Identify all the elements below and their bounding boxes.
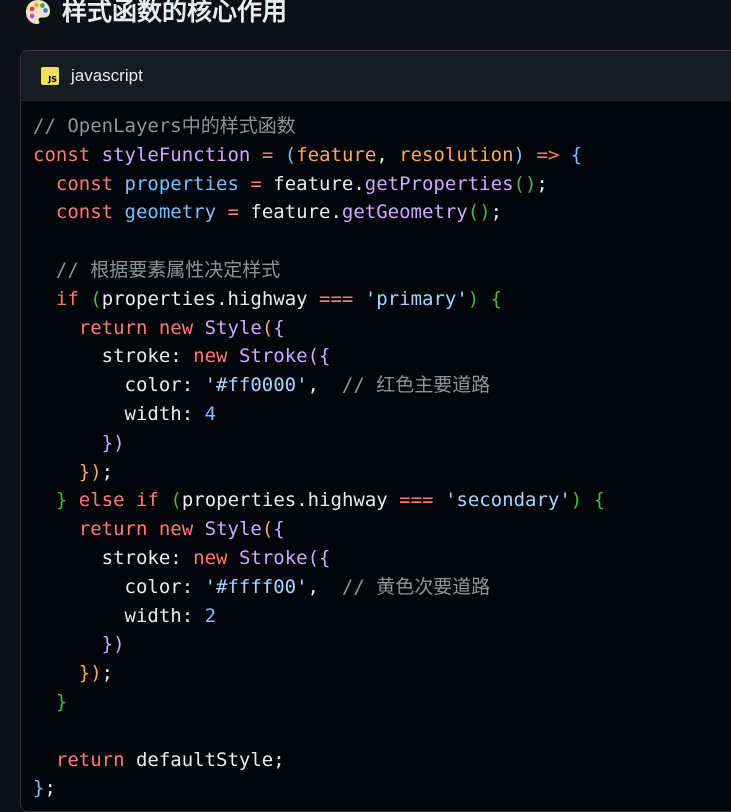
code-line: } [55, 690, 68, 713]
code-line: }) [101, 633, 125, 656]
code-line: }) [101, 431, 125, 454]
code-line: const properties = feature.getProperties… [55, 172, 548, 195]
code-line: color: '#ffff00', // 黄色次要道路 [33, 575, 491, 598]
code-block-header: JS javascript [21, 51, 731, 101]
code-line: color: '#ff0000', // 红色主要道路 [33, 374, 491, 397]
code-line: stroke: new Stroke({ [33, 345, 331, 368]
page-title: 样式函数的核心作用 [62, 0, 288, 26]
code-line: const geometry = feature.getGeometry(); [55, 201, 503, 224]
code-line: // OpenLayers中的样式函数 [33, 115, 296, 137]
code-line: return new Style({ [78, 518, 285, 541]
palette-icon [26, 0, 50, 24]
code-line: return defaultStyle; [55, 748, 285, 771]
code-line: } else if (properties.highway === 'secon… [55, 489, 606, 512]
code-line: width: 4 [33, 402, 217, 425]
code-line: return new Style({ [78, 316, 285, 339]
code-line: stroke: new Stroke({ [33, 546, 331, 569]
javascript-icon: JS [41, 66, 59, 85]
code-line: if (properties.highway === 'primary') { [55, 287, 503, 310]
code-line: width: 2 [33, 604, 217, 627]
code-line: }); [78, 460, 114, 483]
section-heading: 样式函数的核心作用 [24, 0, 287, 32]
code-line: }); [78, 662, 114, 685]
code-line: const styleFunction = (feature, resoluti… [33, 143, 583, 166]
code-line: // 根据要素属性决定样式 [33, 258, 281, 281]
language-label: javascript [71, 65, 143, 85]
code-content[interactable]: // OpenLayers中的样式函数 const styleFunction =… [21, 101, 731, 803]
code-block: JS javascript // OpenLayers中的样式函数 const s… [20, 50, 731, 812]
